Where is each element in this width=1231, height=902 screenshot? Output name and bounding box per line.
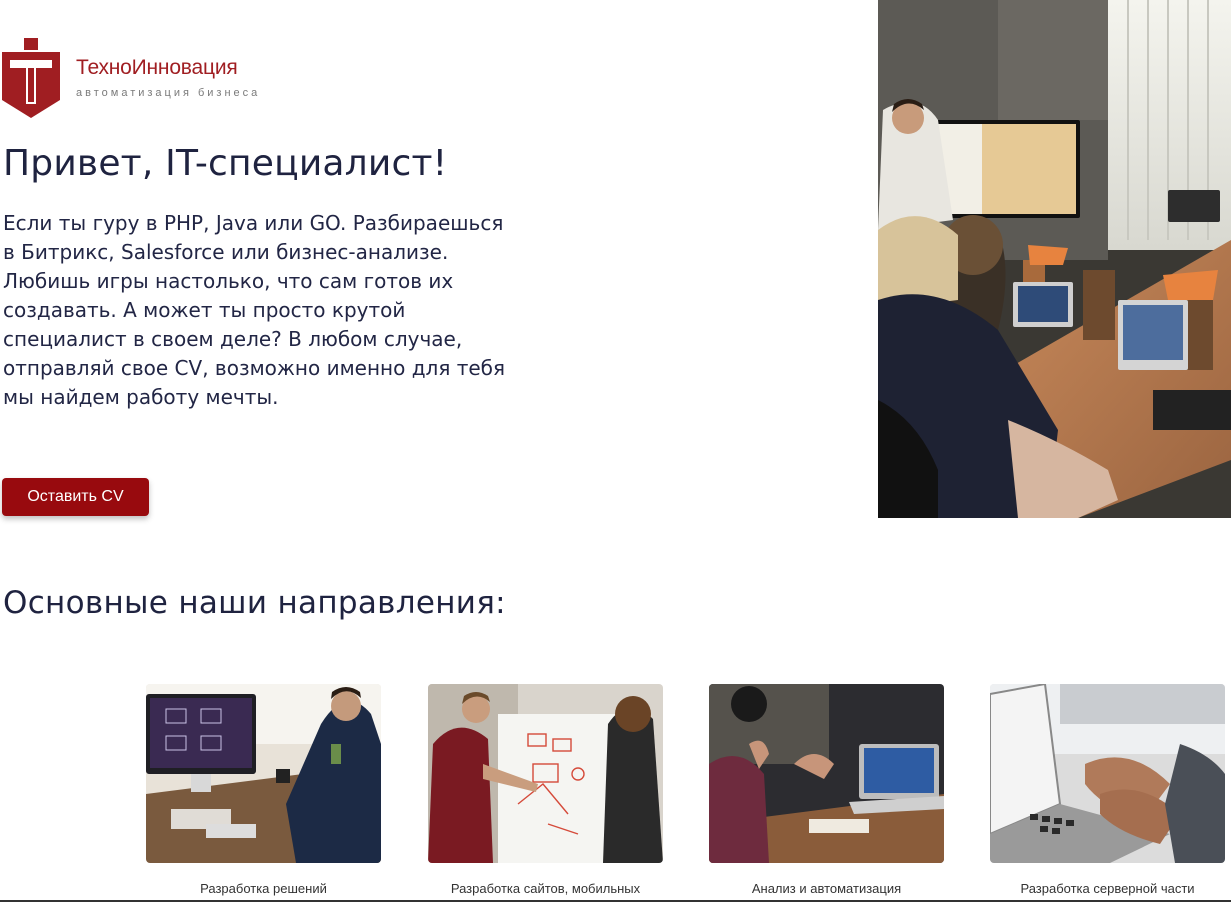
brand-tagline: автоматизация бизнеса [76, 87, 261, 99]
hero-title: Привет, IT-специалист! [3, 143, 448, 184]
submit-cv-button[interactable]: Оставить CV [2, 478, 149, 516]
shield-logo-icon [2, 38, 60, 118]
card-caption: Разработка серверной части [1020, 881, 1195, 896]
direction-card[interactable]: Разработка сайтов, мобильных [428, 684, 663, 897]
direction-card[interactable]: Разработка решений [146, 684, 381, 897]
card-caption: Анализ и автоматизация [751, 881, 902, 896]
direction-card[interactable]: Анализ и автоматизация [709, 684, 944, 897]
hero-meeting-photo [878, 0, 1231, 518]
brand-name: ТехноИнновация [76, 56, 238, 79]
card-photo-laptop [990, 684, 1225, 863]
card-photo-meeting [709, 684, 944, 863]
direction-card[interactable]: Разработка серверной части [990, 684, 1225, 897]
directions-title: Основные наши направления: [3, 585, 506, 621]
card-caption: Разработка решений [200, 881, 327, 896]
card-photo-whiteboard [428, 684, 663, 863]
card-photo-desk [146, 684, 381, 863]
company-logo[interactable]: ТехноИнновация автоматизация бизнеса [2, 38, 282, 122]
card-caption: Разработка сайтов, мобильных [450, 881, 641, 896]
hero-text: Если ты гуру в PHP, Java или GO. Разбира… [3, 211, 506, 409]
